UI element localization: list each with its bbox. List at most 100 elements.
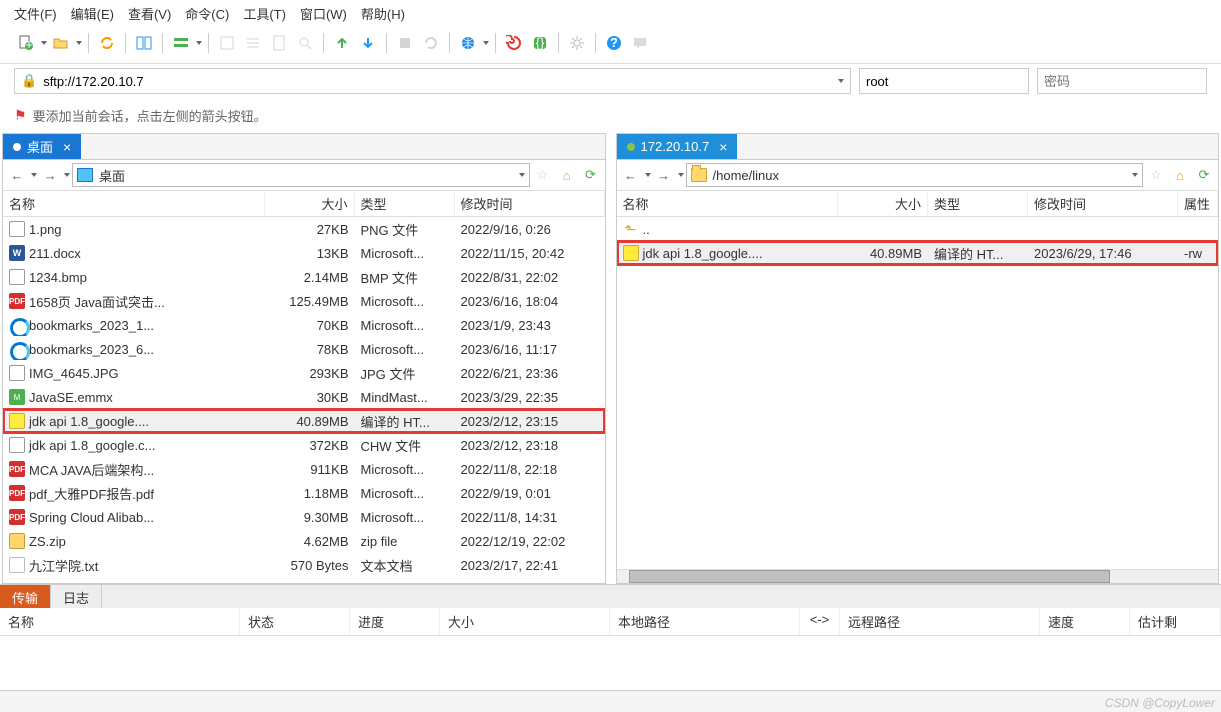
col-size[interactable]: 大小: [265, 191, 355, 216]
forward-button[interactable]: →: [39, 164, 61, 186]
bookmark-icon[interactable]: ☆: [532, 164, 554, 186]
transfer-settings-icon[interactable]: [169, 31, 193, 55]
tcol-status[interactable]: 状态: [240, 608, 350, 635]
tcol-eta[interactable]: 估计剩: [1130, 608, 1221, 635]
home-icon[interactable]: ⌂: [556, 164, 578, 186]
local-tab[interactable]: 桌面 ×: [3, 134, 81, 159]
refresh-icon[interactable]: ⟳: [580, 164, 602, 186]
chevron-down-icon[interactable]: [519, 173, 525, 177]
col-type[interactable]: 类型: [355, 191, 455, 216]
file-row[interactable]: W211.docx13KBMicrosoft...2022/11/15, 20:…: [3, 241, 605, 265]
two-pane-icon[interactable]: [132, 31, 156, 55]
tcol-local[interactable]: 本地路径: [610, 608, 800, 635]
chat-icon[interactable]: [628, 31, 652, 55]
tcol-name[interactable]: 名称: [0, 608, 240, 635]
open-folder-icon[interactable]: [49, 31, 73, 55]
list-icon[interactable]: [241, 31, 265, 55]
password-input[interactable]: [1037, 68, 1207, 94]
gear-icon[interactable]: [565, 31, 589, 55]
dropdown-icon[interactable]: [31, 173, 37, 177]
file-row[interactable]: MJavaSE.emmx30KBMindMast...2023/3/29, 22…: [3, 385, 605, 409]
refresh-icon[interactable]: ⟳: [1193, 164, 1215, 186]
url-field[interactable]: 🔒: [14, 68, 851, 94]
dropdown-icon[interactable]: [483, 41, 489, 45]
file-row[interactable]: IMG_4645.JPG293KBJPG 文件2022/6/21, 23:36: [3, 361, 605, 385]
file-date: 2022/8/31, 22:02: [455, 267, 605, 288]
file-row[interactable]: ⬑..: [617, 217, 1219, 241]
search-icon[interactable]: [293, 31, 317, 55]
file-row[interactable]: PDFpdf_大雅PDF报告.pdf1.18MBMicrosoft...2022…: [3, 481, 605, 505]
menu-help[interactable]: 帮助(H): [361, 4, 405, 23]
home-icon[interactable]: ⌂: [1169, 164, 1191, 186]
tcol-remote[interactable]: 远程路径: [840, 608, 1040, 635]
col-date[interactable]: 修改时间: [1028, 191, 1178, 216]
bookmark-icon[interactable]: ☆: [1145, 164, 1167, 186]
file-row[interactable]: jdk api 1.8_google....40.89MB编译的 HT...20…: [3, 409, 605, 433]
file-row[interactable]: PDF1658页 Java面试突击...125.49MBMicrosoft...…: [3, 289, 605, 313]
chevron-down-icon[interactable]: [838, 79, 844, 83]
globe-icon[interactable]: [456, 31, 480, 55]
close-icon[interactable]: ×: [63, 139, 71, 155]
transfer-tab[interactable]: 传输: [0, 585, 51, 608]
scrollbar-horizontal[interactable]: [617, 569, 1219, 583]
col-attr[interactable]: 属性: [1178, 191, 1218, 216]
menu-view[interactable]: 查看(V): [128, 4, 171, 23]
file-row[interactable]: bookmarks_2023_1...70KBMicrosoft...2023/…: [3, 313, 605, 337]
col-size[interactable]: 大小: [838, 191, 928, 216]
transfer-list[interactable]: [0, 636, 1221, 690]
col-type[interactable]: 类型: [928, 191, 1028, 216]
stop-icon[interactable]: [393, 31, 417, 55]
local-path-field[interactable]: 桌面: [72, 163, 530, 187]
tcol-progress[interactable]: 进度: [350, 608, 440, 635]
new-file-icon[interactable]: +: [14, 31, 38, 55]
url-input[interactable]: [43, 74, 838, 89]
col-date[interactable]: 修改时间: [455, 191, 605, 216]
file-row[interactable]: 九江学院.txt570 Bytes文本文档2023/2/17, 22:41: [3, 553, 605, 577]
close-icon[interactable]: ×: [719, 139, 727, 155]
download-icon[interactable]: [356, 31, 380, 55]
dropdown-icon[interactable]: [76, 41, 82, 45]
file-row[interactable]: bookmarks_2023_6...78KBMicrosoft...2023/…: [3, 337, 605, 361]
brackets-icon[interactable]: {}: [528, 31, 552, 55]
menu-window[interactable]: 窗口(W): [300, 4, 347, 23]
spiral-icon[interactable]: [502, 31, 526, 55]
menu-file[interactable]: 文件(F): [14, 4, 57, 23]
queue-icon[interactable]: [215, 31, 239, 55]
dropdown-icon[interactable]: [645, 173, 651, 177]
file-row[interactable]: 1234.bmp2.14MBBMP 文件2022/8/31, 22:02: [3, 265, 605, 289]
remote-path-field[interactable]: /home/linux: [686, 163, 1144, 187]
dropdown-icon[interactable]: [678, 173, 684, 177]
help-icon[interactable]: ?: [602, 31, 626, 55]
doc-icon[interactable]: [267, 31, 291, 55]
upload-icon[interactable]: [330, 31, 354, 55]
menu-edit[interactable]: 编辑(E): [71, 4, 114, 23]
file-row[interactable]: 1.png27KBPNG 文件2022/9/16, 0:26: [3, 217, 605, 241]
chevron-down-icon[interactable]: [1132, 173, 1138, 177]
sync-icon[interactable]: [95, 31, 119, 55]
remote-tab[interactable]: 172.20.10.7 ×: [617, 134, 738, 159]
forward-button[interactable]: →: [653, 164, 675, 186]
menu-cmd[interactable]: 命令(C): [185, 4, 229, 23]
dropdown-icon[interactable]: [196, 41, 202, 45]
col-name[interactable]: 名称: [3, 191, 265, 216]
file-row[interactable]: PDFMCA JAVA后端架构...911KBMicrosoft...2022/…: [3, 457, 605, 481]
file-row[interactable]: jdk api 1.8_google....40.89MB编译的 HT...20…: [617, 241, 1219, 265]
log-tab[interactable]: 日志: [51, 585, 102, 608]
col-name[interactable]: 名称: [617, 191, 839, 216]
chm-icon: [623, 245, 639, 261]
file-row[interactable]: PDFSpring Cloud Alibab...9.30MBMicrosoft…: [3, 505, 605, 529]
back-button[interactable]: ←: [620, 164, 642, 186]
dropdown-icon[interactable]: [64, 173, 70, 177]
username-input[interactable]: [859, 68, 1029, 94]
tcol-speed[interactable]: 速度: [1040, 608, 1130, 635]
dropdown-icon[interactable]: [41, 41, 47, 45]
tcol-size[interactable]: 大小: [440, 608, 610, 635]
back-button[interactable]: ←: [6, 164, 28, 186]
file-row[interactable]: jdk api 1.8_google.c...372KBCHW 文件2023/2…: [3, 433, 605, 457]
menu-tools[interactable]: 工具(T): [243, 4, 286, 23]
file-row[interactable]: ZS.zip4.62MBzip file2022/12/19, 22:02: [3, 529, 605, 553]
refresh-icon[interactable]: [419, 31, 443, 55]
tcol-dir[interactable]: <->: [800, 608, 840, 635]
local-file-list[interactable]: 1.png27KBPNG 文件2022/9/16, 0:26W211.docx1…: [3, 217, 605, 583]
remote-file-list[interactable]: ⬑..jdk api 1.8_google....40.89MB编译的 HT..…: [617, 217, 1219, 569]
